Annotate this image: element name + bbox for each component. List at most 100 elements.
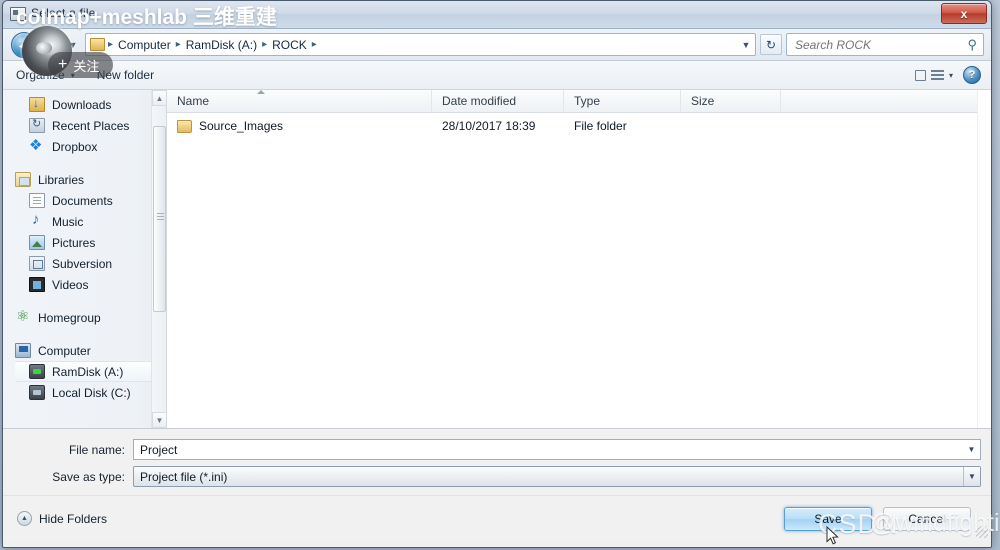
file-list: Name Date modified Type Size Source_Images 2… [167,90,991,428]
sidebar-item-label: Homegroup [38,310,101,325]
chevron-down-icon[interactable]: ▼ [963,467,980,486]
sort-ascending-icon [257,90,265,94]
sidebar-item-subversion[interactable]: Subversion [3,253,166,274]
subversion-icon [29,256,45,271]
dialog-footer: ▲ Hide Folders Save Cancel [3,495,991,541]
address-bar: ◀ ▶ ▼ ▸ Computer ▸ RamDisk (A:) ▸ ROCK ▸… [3,29,991,61]
history-dropdown-icon[interactable]: ▼ [65,40,81,50]
hide-folders-button[interactable]: ▲ Hide Folders [17,511,107,526]
search-box[interactable]: ⚲ [786,33,984,56]
folder-icon [177,119,192,133]
sidebar-item-videos[interactable]: Videos [3,274,166,295]
breadcrumb-item-computer[interactable]: Computer [114,38,175,52]
search-input[interactable] [787,36,957,53]
chevron-up-icon: ▲ [17,511,32,526]
sidebar-item-label: Libraries [38,172,85,187]
save-as-type-label: Save as type: [52,469,125,484]
chevron-down-icon[interactable]: ▼ [737,34,755,55]
drive-gray-icon [29,385,45,400]
folder-icon [90,38,105,51]
sidebar-item-ramdisk-a[interactable]: RamDisk (A:) [15,361,166,382]
pictures-icon [29,235,45,250]
sidebar-item-documents[interactable]: Documents [3,190,166,211]
refresh-icon[interactable]: ↻ [760,34,782,55]
column-header-type[interactable]: Type [564,90,681,112]
save-as-type-select[interactable]: Project file (*.ini) ▼ [133,466,981,487]
sidebar-item-local-disk-c[interactable]: Local Disk (C:) [3,382,166,403]
sidebar-item-downloads[interactable]: Downloads [3,94,166,115]
documents-icon [29,193,45,208]
homegroup-icon [15,307,31,325]
scroll-down-icon[interactable]: ▼ [152,412,166,428]
screen: Select a file x ◀ ▶ ▼ ▸ Computer ▸ RamDi… [0,0,1000,550]
column-header-label: Date modified [442,94,517,108]
breadcrumb-item-ramdisk[interactable]: RamDisk (A:) [182,38,261,52]
sidebar-item-dropbox[interactable]: Dropbox [3,136,166,157]
sidebar-scrollbar[interactable]: ▲ ▼ [151,90,166,428]
cell-text: 28/10/2017 18:39 [442,119,536,133]
sidebar-item-music[interactable]: Music [3,211,166,232]
resize-grip-icon[interactable] [976,526,988,538]
chevron-down-icon: ▾ [948,70,953,80]
column-header-date-modified[interactable]: Date modified [432,90,564,112]
view-layout-button[interactable]: ▾ [914,69,953,81]
file-name-label: File name: [68,442,125,457]
sidebar-item-label: Documents [52,193,113,208]
cancel-button[interactable]: Cancel [883,506,971,531]
navigation-pane: Downloads Recent Places Dropbox Libraries Do… [3,90,167,428]
column-header-label: Type [574,94,601,108]
sidebar-item-pictures[interactable]: Pictures [3,232,166,253]
cell-date-modified: 28/10/2017 18:39 [432,119,564,133]
window-title: Select a file [31,6,96,20]
table-row[interactable]: Source_Images 28/10/2017 18:39 File folder [167,113,991,139]
file-name-value: Project [140,442,178,457]
forward-button[interactable]: ▶ [39,33,61,56]
file-name-row: File name: Project ▼ [3,437,991,462]
breadcrumb-separator-1: ▸ [175,39,181,50]
save-as-type-row: Save as type: Project file (*.ini) ▼ [3,464,991,489]
list-lines-icon [930,70,944,80]
chevron-down-icon[interactable]: ▼ [963,440,980,459]
window-icon [10,7,26,21]
sidebar-item-computer[interactable]: Computer [3,340,166,361]
sidebar-item-homegroup[interactable]: Homegroup [3,307,166,328]
list-view-icon [914,69,926,81]
breadcrumb[interactable]: ▸ Computer ▸ RamDisk (A:) ▸ ROCK ▸ ▼ [85,33,756,56]
computer-icon [15,343,31,358]
breadcrumb-separator-0: ▸ [108,39,114,50]
sidebar-item-label: Dropbox [52,139,98,154]
help-button[interactable]: ? [963,66,981,84]
downloads-icon [29,96,45,112]
sidebar-item-libraries[interactable]: Libraries [3,169,166,190]
scrollbar-grip-icon [157,216,164,217]
dialog-actions: Save Cancel [784,506,991,531]
new-folder-label: New folder [96,68,155,82]
chevron-down-icon: ▾ [70,70,75,80]
file-list-right-gutter [977,90,991,428]
sidebar-group-spacer [3,157,166,169]
sidebar-item-recent-places[interactable]: Recent Places [3,115,166,136]
close-button[interactable]: x [941,3,987,24]
recent-icon [29,117,45,133]
organize-label: Organize [16,68,65,82]
file-name-input[interactable]: Project ▼ [133,439,981,460]
column-header-size[interactable]: Size [681,90,781,112]
back-button[interactable]: ◀ [11,31,37,58]
save-form: File name: Project ▼ Save as type: Proje… [3,429,991,495]
videos-icon [29,277,45,292]
sidebar-item-label: Recent Places [52,118,130,133]
column-header-label: Name [177,94,210,108]
cell-text: Source_Images [199,119,284,133]
breadcrumb-item-rock[interactable]: ROCK [268,38,311,52]
dialog-body: Downloads Recent Places Dropbox Libraries Do… [3,90,991,429]
save-button[interactable]: Save [784,506,872,531]
sidebar-item-label: Music [52,214,84,229]
organize-button[interactable]: Organize ▾ [7,65,84,85]
scrollbar-thumb[interactable] [153,126,166,312]
new-folder-button[interactable]: New folder [88,65,163,85]
drive-icon [29,364,45,379]
hide-folders-label: Hide Folders [39,511,108,526]
window-buttons: x [941,3,987,24]
scroll-up-icon[interactable]: ▲ [152,90,166,106]
column-header-name[interactable]: Name [167,90,432,112]
